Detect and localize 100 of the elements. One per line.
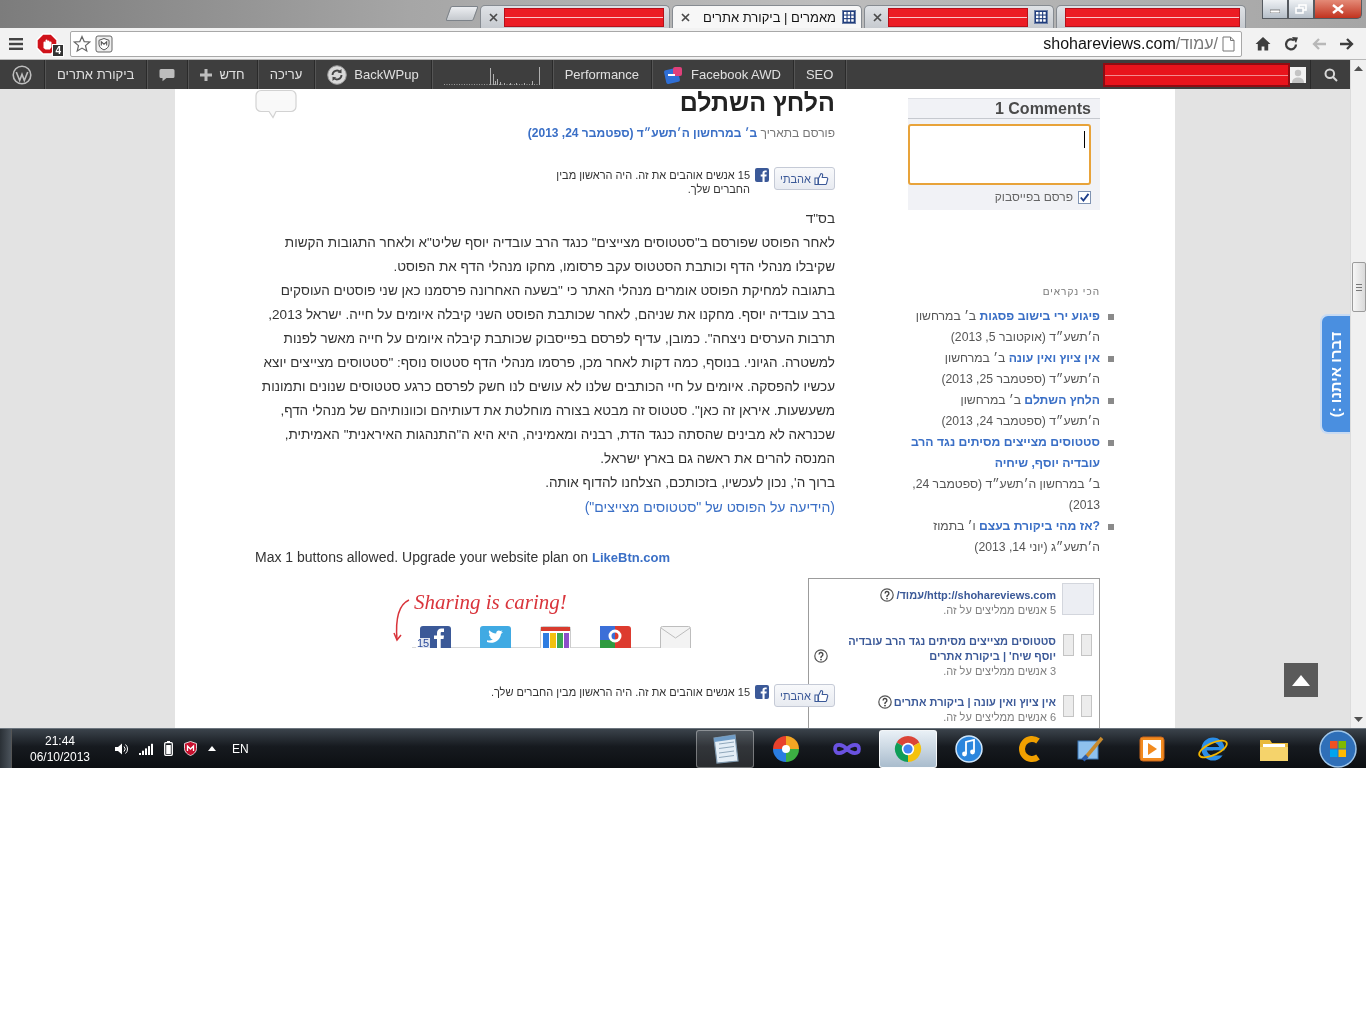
like-button[interactable]: אהבתי <box>774 684 835 707</box>
text-cursor <box>1084 131 1085 148</box>
post-entry: אז מהי ביקורת בעצם? ו׳ בתמוז ה׳תשע״ג (יוני 14, 2013) <box>908 516 1100 558</box>
bullet-icon <box>1108 440 1114 446</box>
bullet-icon <box>1108 524 1114 530</box>
post-entry: הלחץ השתלם ב׳ במרחשון ה׳תשע״ד (ספטמבר 24, 2013) <box>908 390 1100 432</box>
help-icon[interactable] <box>877 695 892 709</box>
close-icon[interactable] <box>681 12 690 22</box>
caret-up-icon[interactable] <box>208 746 216 751</box>
close-icon <box>1332 4 1344 14</box>
language-indicator[interactable]: EN <box>232 741 249 756</box>
like-count-text: 15 אנשים אוהבים את זה. היה הראשון מבין החברים שלך. <box>555 168 751 196</box>
help-icon[interactable] <box>814 649 828 663</box>
scroll-down-icon[interactable] <box>1354 717 1363 722</box>
comments-title: 1 Comments <box>994 100 1091 117</box>
likebtn-link[interactable]: LikeBtn.com <box>592 550 670 565</box>
facebook-icon <box>755 685 770 699</box>
bullet-icon <box>1108 356 1114 362</box>
maximize-button[interactable] <box>1288 0 1314 19</box>
minimize-button[interactable] <box>1262 0 1288 19</box>
circular-arrows-icon <box>327 64 348 85</box>
extension-button[interactable]: 4 <box>36 30 64 57</box>
post-date-link[interactable]: ב׳ במרחשון ה׳תשע״ד (ספטמבר 24, 2013) <box>527 126 758 140</box>
colorful-tile-icon[interactable] <box>600 626 631 648</box>
avatar-icon <box>1290 66 1306 83</box>
recommendation-count: 6 אנשים ממליצים על זה. <box>942 710 1056 724</box>
bar-graph-icon <box>443 64 540 85</box>
colored-blocks-icon[interactable] <box>540 626 571 648</box>
post-meta: פורסם בתאריך ב׳ במרחשון ה׳תשע״ד (ספטמבר 24, 2013) <box>527 125 835 141</box>
share-count: 15 <box>416 638 431 649</box>
recommendation-link[interactable]: סטטוסים מצייצים מסיתים נגד הרב עובדיה יוסף שיח' | ביקורת אתרים <box>830 634 1056 664</box>
like-count-text: 15 אנשים אוהבים את זה. היה הראשון מבין החברים שלך. <box>490 685 751 699</box>
post-entry: פיגוע ירי בישוב פסגות ב׳ במרחשון ה׳תשע״ד (אוקטובר 5, 2013) <box>908 306 1100 348</box>
checkbox[interactable] <box>1078 190 1091 204</box>
image-placeholder <box>1063 695 1093 717</box>
comment-field[interactable] <box>908 124 1091 185</box>
signal-icon[interactable] <box>139 742 153 755</box>
plus-icon <box>200 68 213 81</box>
extension-badge: 4 <box>52 43 64 57</box>
battery-icon[interactable] <box>164 741 173 756</box>
arrow-right-icon <box>1339 36 1355 51</box>
browser-tab[interactable] <box>1056 5 1246 28</box>
page-thumbnail <box>1062 583 1094 615</box>
close-button[interactable] <box>1314 0 1362 19</box>
bird-icon[interactable] <box>480 626 511 648</box>
search-icon <box>1323 67 1338 82</box>
restore-icon <box>1295 4 1307 14</box>
widget-heading: הכי נקראים <box>1042 286 1100 298</box>
checkbox-label: פרסם בפייסבוק <box>994 190 1073 204</box>
post-title: הלחץ השתלם <box>679 89 835 116</box>
article-paragraph: בתגובה למחיקת הפוסט אומרים מנהלי האתר כי "בשעה האחרונה פרסמנו כאן שני פוסטים העוסקים ברב עובדיה יוסף. מחקנו את שניהם, לאחר שכותבת הפוסט השני קיבלה איומים על חייה. ישראל 2013, תרבות הערסים ניצחה". כמובן, עדיף לפרסם בפייסבוק שכותבת קיבלה איומים על חייה מאשר לפנות למשטרה. הגיוני. בנוסף, כמה דקות לאחר מכן, פרסמו מנהלי הדף סטטוס נוסף: "סטטוסים מצייצים יוצא עכשיו להפסקה. איומים על חיי הכותבים שלנו לא עושים לנו חשק לפרסם כרגע סטטוסים שנונים ותמונות משעשעות. איראן זה כאן". סטטוס זה מבטא בצורה מוחלטת את דעותיהם וכוונותיהם של מנהלי הדף, שכנראה לא מבינים שהסתה כנגד הדת, רבניה ומאמיניה, היא היא ה"התנהגות האיראנית" האמיתית, המנסה להרים את ראשה גם בארץ ישראל. <box>261 282 835 468</box>
music-note-icon <box>952 732 986 765</box>
scroll-up-icon[interactable] <box>1354 66 1363 71</box>
start-orb-icon[interactable] <box>1319 729 1357 768</box>
thumbs-up-icon <box>814 689 829 702</box>
page-icon <box>1222 35 1235 52</box>
scroll-top-button[interactable] <box>1284 663 1318 697</box>
article-paragraph: ברוך ה', נכון לעכשיו, בזכותכם, הצלחנו להדוף אותה. <box>545 474 835 492</box>
upgrade-notice: Max 1 buttons allowed. Upgrade your website plan on LikeBtn.com <box>255 549 670 566</box>
browser-tab[interactable] <box>864 5 1054 28</box>
recommendation-link[interactable]: אין ציוץ ואין עונה | ביקורת אתרים <box>893 695 1056 710</box>
article-paragraph: לאחר הפוסט שפורסם ב"סטטוסים מצייצים" כנגד הרב עובדיה יוסף שליט"א ולאחר התגובות הקשות שקיבלו מנהלי הדף וכותבת הסטטוס עקב פרסומו, מחקו מנהלי הדף את הפוסט. <box>284 234 835 276</box>
bullet-icon <box>1108 398 1114 404</box>
up-arrow-icon <box>1292 674 1310 686</box>
post-link[interactable]: הלחץ השתלם <box>1024 390 1100 411</box>
volume-icon[interactable] <box>114 741 128 756</box>
like-button[interactable]: אהבתי <box>774 167 835 190</box>
facebook-icon[interactable] <box>420 626 451 648</box>
speech-bubble-icon <box>159 67 176 82</box>
menu-icon <box>9 37 23 50</box>
star-icon[interactable] <box>73 34 91 53</box>
close-icon[interactable] <box>873 12 882 22</box>
new-tab-button[interactable] <box>445 6 479 21</box>
taskbar-button[interactable] <box>696 729 754 768</box>
post-entry: אין ציוץ ואין עונה ב׳ במרחשון ה׳תשע״ד (ספטמבר 25, 2013) <box>908 348 1100 390</box>
clock-time: 21:44 <box>45 732 75 749</box>
help-icon[interactable] <box>880 588 895 602</box>
post-link[interactable]: פיגוע ירי בישוב פסגות <box>979 306 1100 327</box>
taskbar-button[interactable] <box>879 729 937 768</box>
curved-arrow-icon <box>393 598 411 644</box>
recommendation-count: 5 אנשים ממליצים על זה. <box>942 603 1056 617</box>
post-link[interactable]: אז מהי ביקורת בעצם? <box>979 516 1100 537</box>
clock-date: 06/10/2013 <box>29 748 91 765</box>
browser-tab[interactable]: מאמרים | ביקורת אתרים <box>672 5 862 28</box>
scroll-thumb[interactable] <box>1351 262 1366 312</box>
reload-icon <box>1283 35 1299 52</box>
home-icon <box>1255 36 1271 51</box>
bullet-icon <box>1108 314 1114 320</box>
badge-icon <box>664 65 685 84</box>
post-link[interactable]: אין ציוץ ואין עונה <box>1008 348 1100 369</box>
recommendation-link[interactable]: http://shohareviews.com/עמוד/ <box>896 588 1056 603</box>
arrow-left-icon <box>1311 36 1327 51</box>
close-icon[interactable] <box>489 12 498 22</box>
post-entry: סטטוסים מצייצים מסיתים נגד הרב עובדיה יוסף, שיחיה ב׳ במרחשון ה׳תשע״ד (ספטמבר 24, 2013) <box>908 432 1100 516</box>
post-link[interactable]: סטטוסים מצייצים מסיתים נגד הרב עובדיה יוסף, שיחיה <box>908 432 1100 474</box>
image-placeholder <box>1063 634 1093 656</box>
article-paragraph: בס"ד <box>805 210 835 228</box>
browser-tab[interactable] <box>480 5 670 28</box>
source-link[interactable]: (הידיעה על הפוסט של "סטטוסים מצייצים") <box>584 499 835 515</box>
recommendation-count: 3 אנשים ממליצים על זה. <box>942 664 1056 678</box>
